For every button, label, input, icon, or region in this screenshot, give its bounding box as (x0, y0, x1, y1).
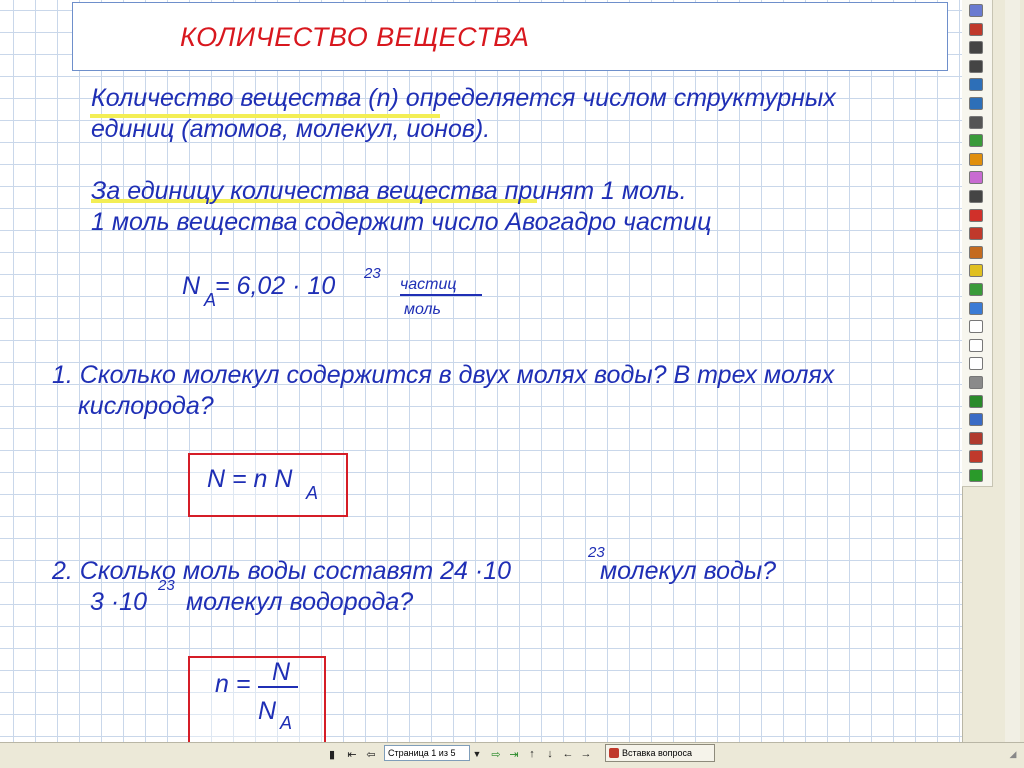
undo-icon-glyph (969, 208, 983, 222)
last-page-icon[interactable]: ⇥ (506, 746, 522, 762)
formula-2-lhs: n = (215, 670, 251, 698)
pencil-icon[interactable] (964, 151, 988, 168)
ruler-icon-glyph (969, 115, 983, 129)
recorder-icon-glyph (969, 450, 983, 464)
delete-icon[interactable] (964, 225, 988, 242)
magic-wand-icon-glyph (969, 264, 983, 278)
arrow-left-icon[interactable]: ← (560, 746, 576, 762)
previous-page-icon[interactable]: ⇦ (363, 746, 379, 762)
question-2-line-2: 3 ·10 (90, 588, 147, 616)
text-tool-icon-glyph (969, 78, 983, 92)
resize-grip-icon[interactable]: ◢ (1006, 746, 1020, 762)
question-1-line-2: кислорода? (78, 392, 214, 420)
toolbar-logo-icon[interactable] (964, 2, 988, 19)
forward-arrow-icon[interactable] (964, 393, 988, 410)
new-page-icon[interactable] (964, 318, 988, 335)
battery-icon[interactable] (964, 467, 988, 484)
toolbox-icon[interactable] (964, 430, 988, 447)
first-page-icon[interactable]: ⇤ (344, 746, 360, 762)
stamp-icon[interactable] (964, 244, 988, 261)
pointer-icon[interactable] (964, 188, 988, 205)
text-tool-icon[interactable] (964, 76, 988, 93)
avogadro-exponent: 23 (364, 265, 381, 282)
screen-camera-icon[interactable] (964, 300, 988, 317)
formula-box-2 (188, 656, 326, 742)
forward-arrow-icon-glyph (969, 394, 983, 408)
palette-icon-glyph (969, 22, 983, 36)
mouse-icon[interactable] (964, 58, 988, 75)
definition-line-2: единиц (атомов, молекул, ионов). (91, 115, 491, 143)
grid-page-icon[interactable] (964, 337, 988, 354)
page-indicator: Страница 1 из 5 (388, 748, 456, 758)
formula-1: N = n N (207, 465, 293, 493)
arrow-right-icon[interactable]: → (578, 746, 594, 762)
question-2-line-1-end: молекул воды? (600, 557, 777, 585)
marker-icon-glyph (969, 134, 983, 148)
question-1-line-1: 1. Сколько молекул содержится в двух мол… (52, 361, 835, 389)
unit-line-1: За единицу количества вещества принят 1 … (91, 177, 687, 205)
definition-line-1: Количество вещества (n) определяется чис… (91, 84, 836, 112)
number-tool-icon[interactable] (964, 95, 988, 112)
question-2-line-2-end: молекул водорода? (186, 588, 414, 616)
formula-2-subscript: A (280, 713, 293, 733)
eraser-icon[interactable] (964, 169, 988, 186)
page-list-icon[interactable]: ▮ (324, 746, 340, 762)
avogadro-unit-denominator: моль (404, 301, 441, 318)
marker-icon[interactable] (964, 132, 988, 149)
graph-page-icon[interactable] (964, 355, 988, 372)
recorder-icon[interactable] (964, 448, 988, 465)
avogadro-symbol: N (182, 272, 201, 300)
toolbar-logo-icon-glyph (969, 4, 983, 17)
next-page-icon[interactable]: ⇨ (488, 746, 504, 762)
back-arrow-icon[interactable] (964, 374, 988, 391)
hand-icon-glyph (969, 41, 983, 55)
insert-question-button[interactable]: Вставка вопроса (605, 744, 715, 762)
screen-capture-icon[interactable] (964, 281, 988, 298)
hand-icon[interactable] (964, 39, 988, 56)
pointer-icon-glyph (969, 190, 983, 203)
avogadro-unit-numerator: частиц (400, 276, 457, 293)
question-2-line-1: 2. Сколько моль воды составят 24 ·10 (52, 557, 512, 585)
magic-wand-icon[interactable] (964, 262, 988, 279)
unit-line-2: 1 моль вещества содержит число Авогадро … (91, 208, 712, 236)
whiteboard-canvas[interactable]: КОЛИЧЕСТВО ВЕЩЕСТВА Количество вещества … (0, 0, 962, 742)
page-selector[interactable]: Страница 1 из 5 (384, 745, 470, 761)
stamp-icon-glyph (969, 245, 983, 259)
page-title: КОЛИЧЕСТВО ВЕЩЕСТВА (180, 22, 530, 52)
video-icon[interactable] (964, 411, 988, 428)
video-icon-glyph (969, 413, 983, 427)
eraser-icon-glyph (969, 171, 983, 185)
formula-1-subscript: A (306, 483, 319, 503)
formula-2-numerator: N (272, 658, 291, 686)
arrow-up-icon[interactable]: ↑ (524, 746, 540, 762)
new-page-icon-glyph (969, 320, 983, 334)
question-2-exponent-2: 23 (158, 577, 175, 594)
undo-icon[interactable] (964, 207, 988, 224)
screen-capture-icon-glyph (969, 283, 983, 296)
dropdown-arrow-icon[interactable]: ▼ (471, 746, 483, 762)
back-arrow-icon-glyph (969, 376, 983, 389)
battery-icon-glyph (969, 469, 983, 482)
number-tool-icon-glyph (969, 97, 983, 110)
arrow-down-icon[interactable]: ↓ (542, 746, 558, 762)
graph-page-icon-glyph (969, 357, 983, 371)
palette-icon[interactable] (964, 21, 988, 38)
question-icon (609, 748, 619, 758)
formula-2-denominator: N (258, 697, 277, 725)
insert-question-label: Вставка вопроса (622, 748, 693, 758)
fraction-bar (400, 294, 482, 296)
toolbox-icon-glyph (969, 431, 983, 445)
screen-camera-icon-glyph (969, 301, 983, 315)
avogadro-value: = 6,02 · 10 (215, 272, 336, 300)
ruler-icon[interactable] (964, 114, 988, 131)
grid-page-icon-glyph (969, 338, 983, 352)
pencil-icon-glyph (969, 152, 983, 166)
mouse-icon-glyph (969, 59, 983, 73)
vertical-scrollbar[interactable] (1005, 0, 1020, 742)
delete-icon-glyph (969, 227, 983, 241)
formula-2-bar (258, 686, 298, 688)
